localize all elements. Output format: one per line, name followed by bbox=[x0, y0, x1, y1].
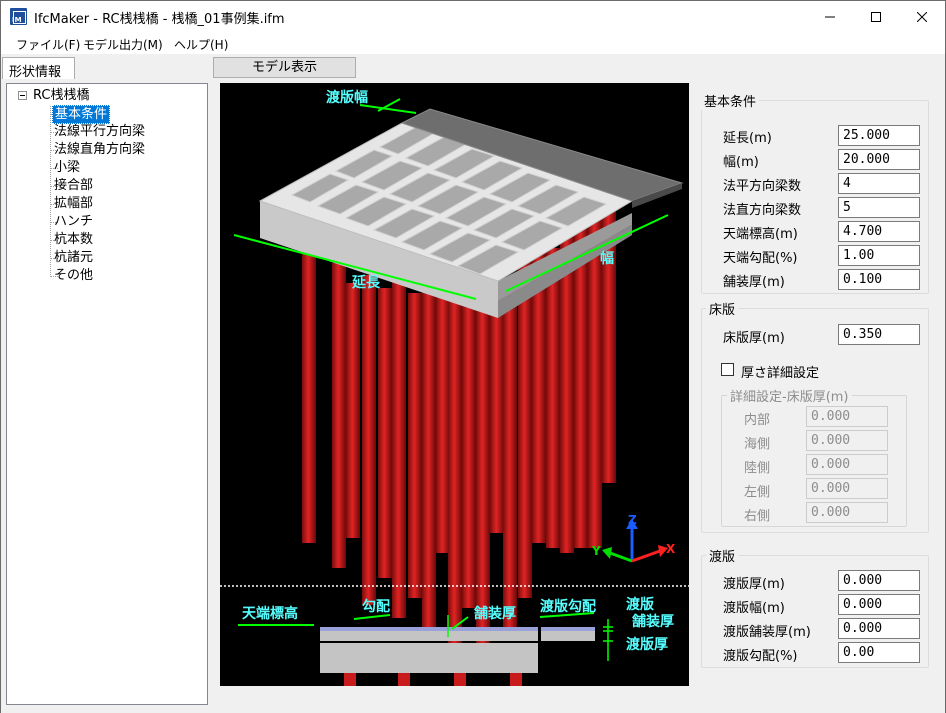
approach-thickness-input[interactable]: 0.000 bbox=[838, 570, 920, 591]
title-bar: IM IfcMaker - RC桟桟橋 - 桟橋_01事例集.ifm bbox=[1, 1, 945, 32]
label-width: 幅 bbox=[600, 250, 614, 267]
axis-x-label: X bbox=[666, 542, 676, 556]
slab-thickness-input[interactable]: 0.350 bbox=[838, 324, 920, 345]
close-icon bbox=[917, 11, 927, 22]
menu-model-output[interactable]: モデル出力(M) bbox=[83, 36, 163, 53]
label-slope: 勾配 bbox=[362, 598, 390, 615]
label-right-side: 右側 bbox=[744, 509, 771, 524]
left-side-thickness-input[interactable]: 0.000 bbox=[806, 478, 888, 499]
minimize-icon bbox=[825, 16, 835, 17]
group-slab-detail-title: 詳細設定-床版厚(m) bbox=[727, 386, 852, 405]
right-side-thickness-input[interactable]: 0.000 bbox=[806, 502, 888, 523]
label-approach-thickness: 渡版厚 bbox=[626, 636, 668, 653]
land-side-thickness-input[interactable]: 0.000 bbox=[806, 454, 888, 475]
label-land-side: 陸側 bbox=[744, 461, 771, 476]
axis-y-label: Y bbox=[591, 544, 601, 558]
parallel-beam-count-input[interactable]: 4 bbox=[838, 173, 920, 194]
tree-item-widening[interactable]: 拡幅部 bbox=[54, 195, 93, 212]
label-slab-thickness: 床版厚(m) bbox=[723, 331, 785, 346]
axis-z-label: Z bbox=[628, 513, 637, 527]
label-length: 延長 bbox=[351, 274, 381, 291]
label-sea-side: 海側 bbox=[744, 437, 771, 452]
label-width-field: 幅(m) bbox=[723, 155, 759, 170]
tree-item-other[interactable]: その他 bbox=[54, 267, 93, 284]
label-approach-pavement-field: 渡版舗装厚(m) bbox=[723, 625, 811, 640]
model-viewport[interactable]: 渡版幅 幅 延長 Z X Y 天端標高 勾配 舗装厚 渡版勾配 渡版 舗装厚 渡… bbox=[220, 83, 689, 686]
group-slab-title: 床版 bbox=[706, 299, 739, 318]
pavement-thickness-input[interactable]: 0.100 bbox=[838, 269, 920, 290]
length-input[interactable]: 25.000 bbox=[838, 125, 920, 146]
tab-model-display[interactable]: モデル表示 bbox=[213, 57, 356, 78]
approach-slope-input[interactable]: 0.00 bbox=[838, 642, 920, 663]
tree-item-basic-conditions[interactable]: 基本条件 bbox=[52, 105, 111, 124]
tree-collapse-toggle[interactable] bbox=[18, 91, 27, 100]
axis-triad: Z X Y bbox=[591, 513, 676, 563]
label-thickness-detail: 厚さ詳細設定 bbox=[741, 366, 820, 381]
approach-width-input[interactable]: 0.000 bbox=[838, 594, 920, 615]
label-top-elevation-field: 天端標高(m) bbox=[723, 227, 798, 242]
menu-bar: ファイル(F) モデル出力(M) ヘルプ(H) bbox=[1, 32, 945, 54]
label-pavement-thickness: 舗装厚 bbox=[473, 605, 516, 622]
perpendicular-beam-count-input[interactable]: 5 bbox=[838, 197, 920, 218]
tree-item-perpendicular-beam[interactable]: 法線直角方向梁 bbox=[54, 141, 145, 158]
label-pavement-field: 舗装厚(m) bbox=[723, 275, 785, 290]
status-bar bbox=[1, 705, 945, 713]
approach-pavement-input[interactable]: 0.000 bbox=[838, 618, 920, 639]
tree-root[interactable]: RC桟桟橋 bbox=[33, 87, 89, 104]
group-basic-title: 基本条件 bbox=[701, 91, 760, 110]
menu-help[interactable]: ヘルプ(H) bbox=[174, 36, 228, 53]
label-approach-slope: 渡版勾配 bbox=[540, 598, 596, 615]
label-top-elevation: 天端標高 bbox=[242, 605, 298, 622]
label-approach-pavement-2: 舗装厚 bbox=[631, 613, 674, 630]
maximize-button[interactable] bbox=[853, 1, 899, 32]
inner-thickness-input[interactable]: 0.000 bbox=[806, 406, 888, 427]
tree-view[interactable]: RC桟桟橋 基本条件 法線平行方向梁 法線直角方向梁 小梁 接合部 拡幅部 ハン… bbox=[6, 83, 208, 705]
close-button[interactable] bbox=[899, 1, 945, 32]
label-approach-thickness-field: 渡版厚(m) bbox=[723, 577, 785, 592]
label-approach-slope-field: 渡版勾配(%) bbox=[723, 649, 798, 664]
sea-side-thickness-input[interactable]: 0.000 bbox=[806, 430, 888, 451]
tree-item-pile-specs[interactable]: 杭諸元 bbox=[54, 249, 93, 266]
label-approach-width: 渡版幅 bbox=[326, 89, 368, 106]
ifc-app-icon: IM bbox=[10, 8, 27, 25]
window-title: IfcMaker - RC桟桟橋 - 桟橋_01事例集.ifm bbox=[34, 12, 285, 27]
tab-shape-info[interactable]: 形状情報 bbox=[2, 57, 75, 80]
tree-item-haunch[interactable]: ハンチ bbox=[54, 213, 93, 230]
model-drawing: 渡版幅 幅 延長 Z X Y 天端標高 勾配 舗装厚 渡版勾配 渡版 舗装厚 渡… bbox=[220, 89, 689, 686]
thickness-detail-checkbox[interactable] bbox=[721, 363, 734, 376]
label-parallel-beam-count: 法平方向梁数 bbox=[723, 179, 802, 194]
tree-item-joint[interactable]: 接合部 bbox=[54, 177, 93, 194]
label-inner: 内部 bbox=[744, 413, 771, 428]
group-approach-title: 渡版 bbox=[706, 546, 739, 565]
label-top-slope-field: 天端勾配(%) bbox=[723, 251, 798, 266]
tree-item-small-beam[interactable]: 小梁 bbox=[54, 159, 80, 176]
top-slope-input[interactable]: 1.00 bbox=[838, 245, 920, 266]
label-approach-width-field: 渡版幅(m) bbox=[723, 601, 785, 616]
top-elevation-input[interactable]: 4.700 bbox=[838, 221, 920, 242]
tree-item-pile-count[interactable]: 杭本数 bbox=[54, 231, 93, 248]
width-input[interactable]: 20.000 bbox=[838, 149, 920, 170]
minimize-button[interactable] bbox=[807, 1, 853, 32]
label-length-field: 延長(m) bbox=[723, 131, 772, 146]
label-left-side: 左側 bbox=[744, 485, 771, 500]
label-approach-pavement-1: 渡版 bbox=[626, 596, 654, 613]
label-perpendicular-beam-count: 法直方向梁数 bbox=[723, 203, 802, 218]
menu-file[interactable]: ファイル(F) bbox=[16, 36, 80, 53]
maximize-icon bbox=[871, 11, 881, 22]
app-window: IM IfcMaker - RC桟桟橋 - 桟橋_01事例集.ifm ファイル(… bbox=[0, 0, 946, 713]
tree-item-parallel-beam[interactable]: 法線平行方向梁 bbox=[54, 123, 145, 140]
